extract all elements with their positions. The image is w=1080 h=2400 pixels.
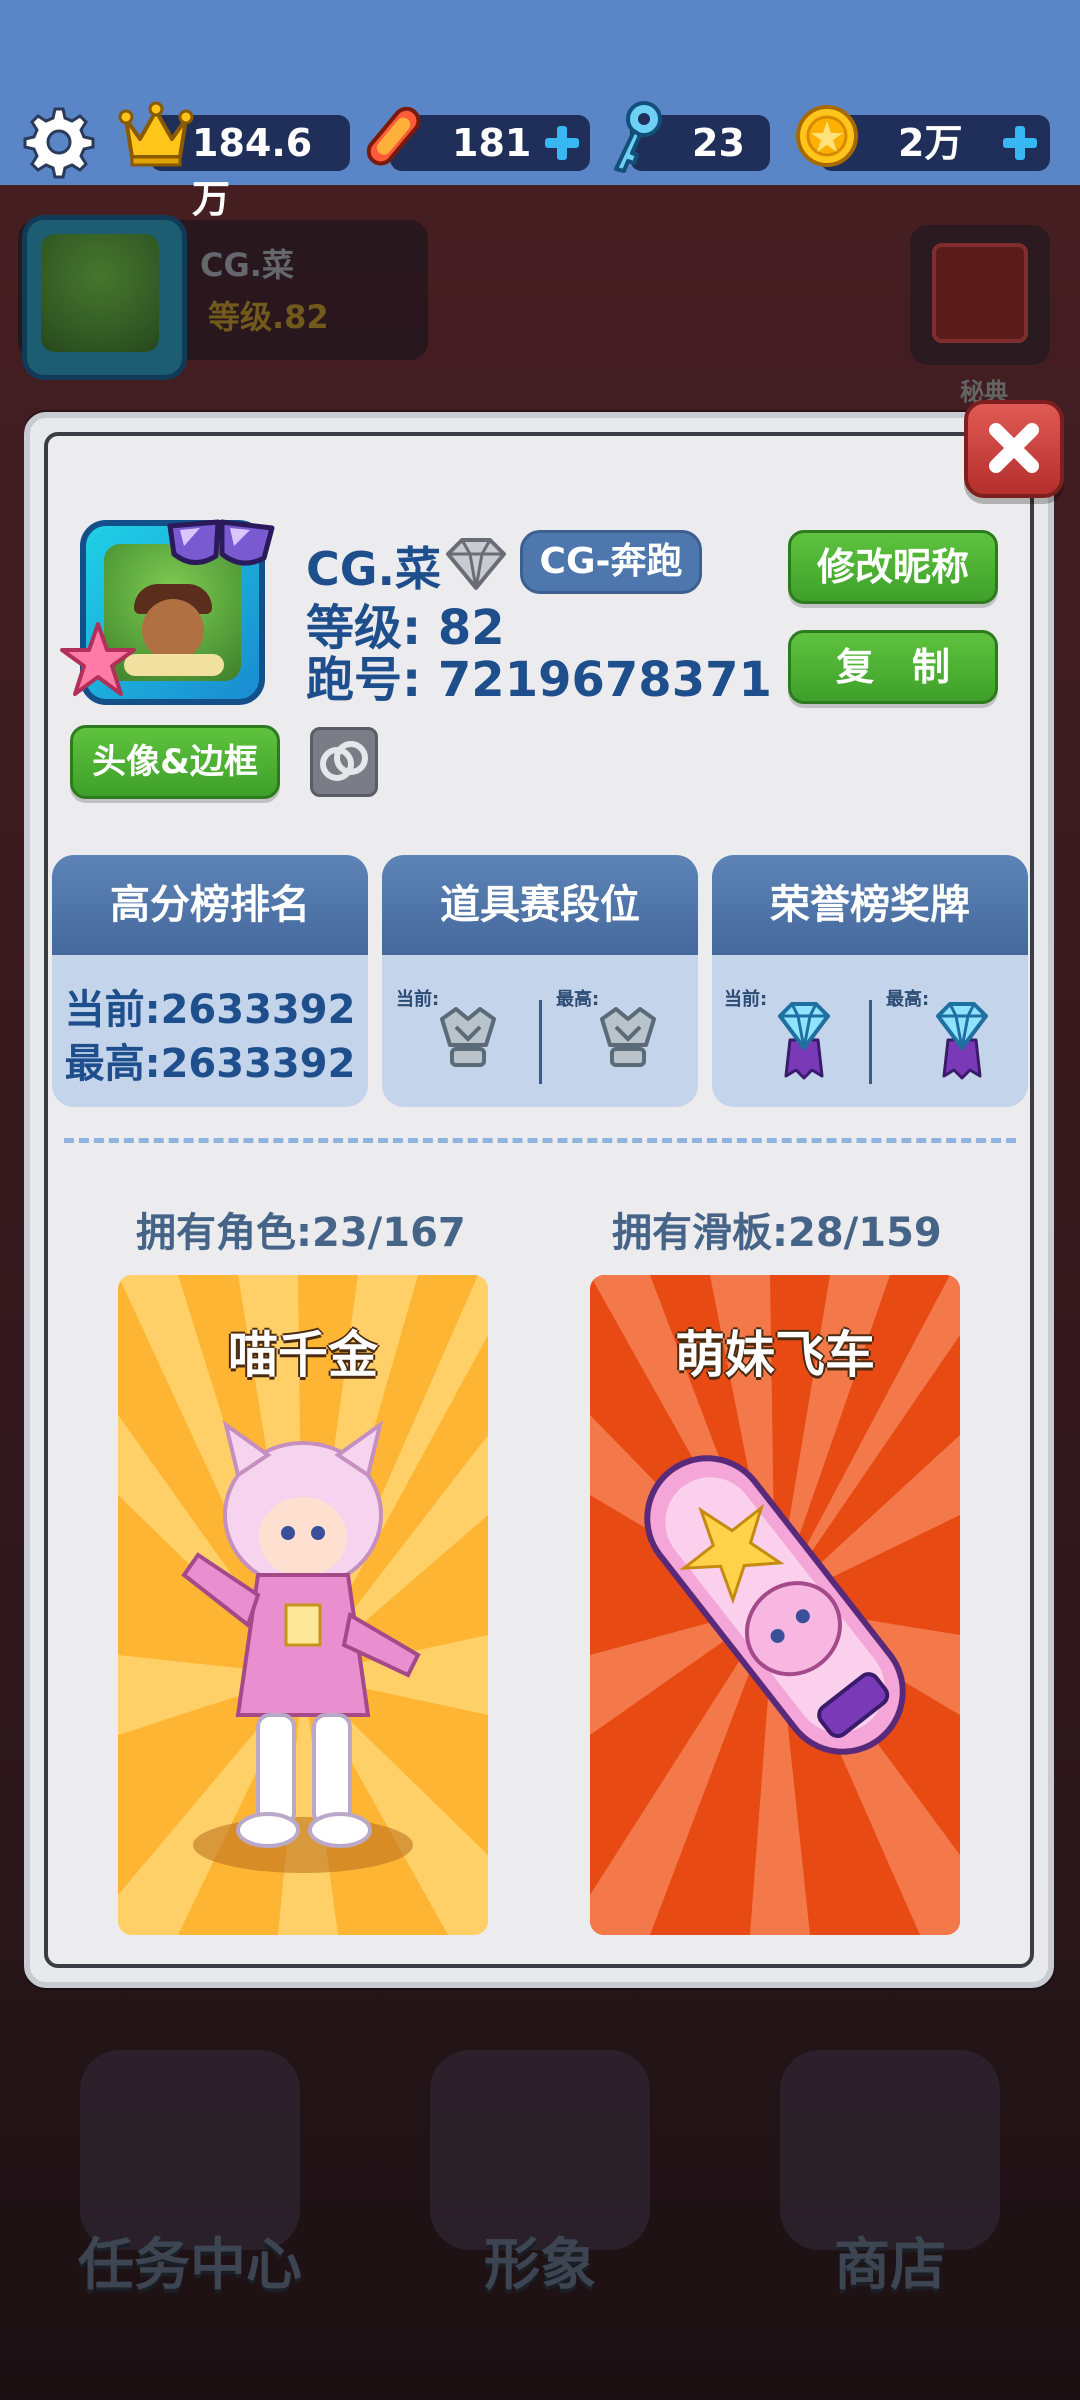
player-run-id: 跑号: 7219678371 xyxy=(306,652,772,708)
frame-rings-icon xyxy=(320,741,368,781)
prop-rank-current-label: 当前: xyxy=(396,989,440,1010)
prop-rank-divider xyxy=(539,1000,542,1084)
prop-rank-card[interactable]: 道具赛段位 当前: 最高: xyxy=(382,855,698,1107)
avatar-frame-button[interactable]: 头像&边框 xyxy=(70,725,280,799)
prop-rank-highest-label: 最高: xyxy=(556,989,600,1010)
coin-icon xyxy=(794,103,860,173)
prop-rank-title: 道具赛段位 xyxy=(382,855,698,955)
high-score-current: 当前:2633392 xyxy=(64,987,356,1033)
starfish-icon xyxy=(58,620,138,704)
settings-gear-icon[interactable] xyxy=(22,105,96,179)
copy-button[interactable]: 复 制 xyxy=(788,630,998,704)
owned-boards-count: 拥有滑板:28/159 xyxy=(612,1210,942,1256)
coin-value: 2万 xyxy=(898,121,963,165)
board-name: 萌妹飞车 xyxy=(675,1326,875,1384)
honor-medal-highest-label: 最高: xyxy=(886,989,930,1010)
skateboard-value: 181 xyxy=(452,121,532,165)
silver-rank-badge-icon xyxy=(436,1005,500,1075)
skateboard-icon xyxy=(360,101,430,175)
diamond-medal-best-icon xyxy=(934,1000,990,1084)
resource-bar: 184.6万 181 23 2万 xyxy=(0,95,1080,221)
honor-medal-divider xyxy=(869,1000,872,1084)
trophy-value: 184.6万 xyxy=(192,121,313,221)
owned-characters-count: 拥有角色:23/167 xyxy=(136,1210,466,1256)
diamond-medal-icon xyxy=(776,1000,832,1084)
honor-medal-card[interactable]: 荣誉榜奖牌 当前: 最高: xyxy=(712,855,1028,1107)
close-icon xyxy=(989,423,1039,473)
avatar-board xyxy=(124,654,224,676)
silver-rank-badge-best-icon xyxy=(596,1005,660,1075)
high-score-rank-title: 高分榜排名 xyxy=(52,855,368,955)
crown-icon xyxy=(118,97,194,177)
rename-button[interactable]: 修改昵称 xyxy=(788,530,998,604)
honor-medal-current-label: 当前: xyxy=(724,989,768,1010)
add-skateboards-button[interactable] xyxy=(542,123,582,163)
character-showcase[interactable]: 喵千金 xyxy=(118,1275,488,1935)
honor-medal-title: 荣誉榜奖牌 xyxy=(712,855,1028,955)
avatar-face-skin xyxy=(142,599,204,661)
key-icon xyxy=(604,99,668,179)
key-value: 23 xyxy=(692,121,745,165)
high-score-highest: 最高:2633392 xyxy=(64,1041,356,1087)
diamond-rank-icon xyxy=(444,536,508,596)
section-divider xyxy=(64,1138,1016,1143)
frame-selector-button[interactable] xyxy=(310,727,378,797)
crew-badge[interactable]: CG-奔跑 xyxy=(520,530,702,594)
character-name: 喵千金 xyxy=(228,1326,378,1384)
high-score-rank-card[interactable]: 高分榜排名 当前:2633392 最高:2633392 xyxy=(52,855,368,1107)
close-button[interactable] xyxy=(964,400,1064,498)
add-coins-button[interactable] xyxy=(1000,123,1040,163)
sunglasses-icon xyxy=(160,512,280,586)
board-showcase[interactable]: 萌妹飞车 xyxy=(590,1275,960,1935)
